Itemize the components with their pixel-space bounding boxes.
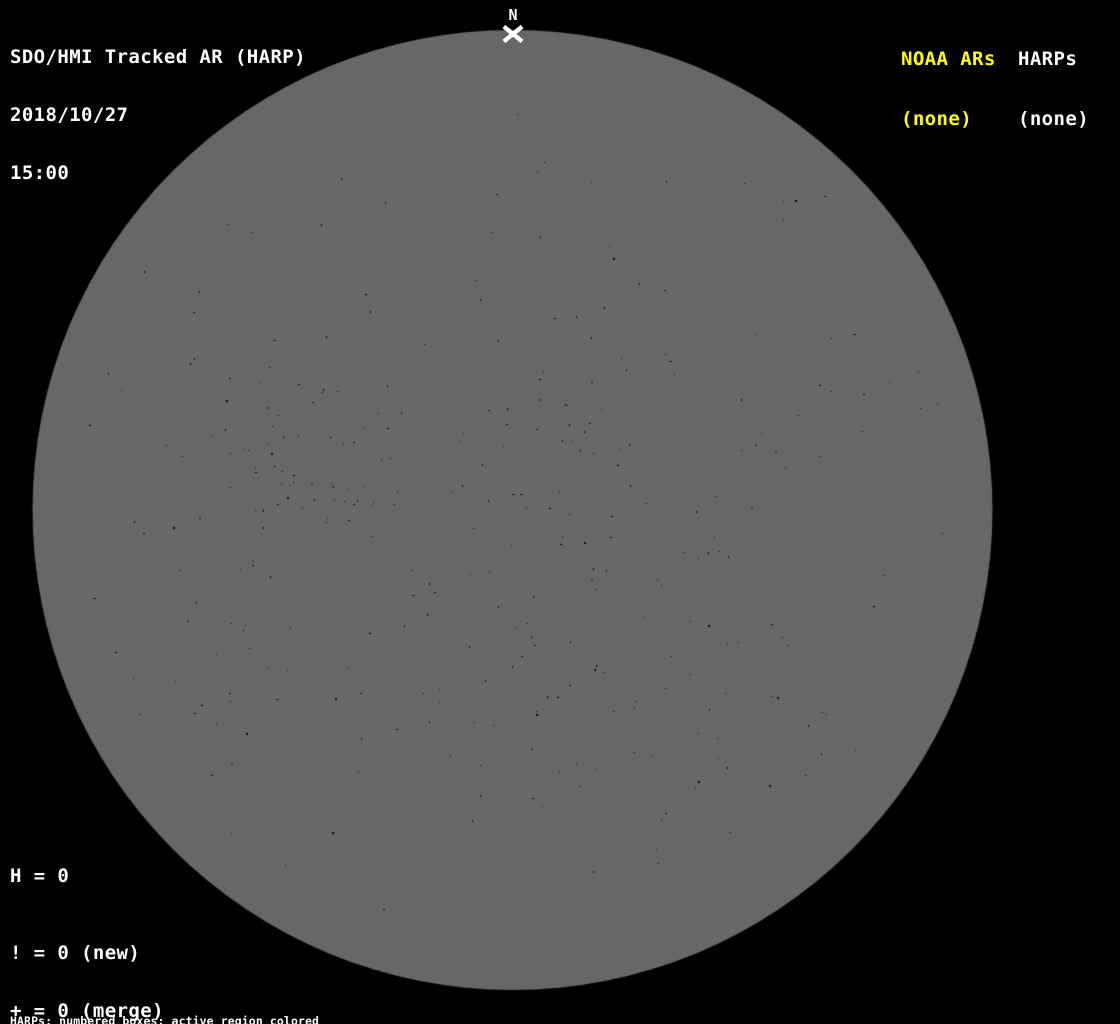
north-cross-icon <box>502 25 524 43</box>
footer-block: HARPs: numbered boxes; active region col… <box>10 990 417 1024</box>
noaa-ars-block: NOAA ARs (none) <box>901 9 996 169</box>
noaa-ars-label: NOAA ARs <box>901 48 996 70</box>
date-label: 2018/10/27 <box>10 104 129 127</box>
title-block: SDO/HMI Tracked AR (HARP) 2018/10/27 15:… <box>10 9 306 222</box>
harp-count-line: H = 0 <box>10 865 70 888</box>
footer-line-harps: HARPs: numbered boxes; active region col… <box>10 1013 320 1024</box>
north-label: N <box>508 6 518 24</box>
harps-block: HARPs (none) <box>1018 9 1089 169</box>
harps-label: HARPs <box>1018 48 1078 70</box>
time-label: 15:00 <box>10 162 70 185</box>
north-marker: N <box>502 6 525 43</box>
sdo-hmi-harp-image: N SDO/HMI Tracked AR (HARP) 2018/10/27 1… <box>0 0 1120 1024</box>
harps-value: (none) <box>1018 108 1090 130</box>
noaa-ars-value: (none) <box>901 108 973 130</box>
page-title: SDO/HMI Tracked AR (HARP) <box>10 45 306 68</box>
legend-line-new: ! = 0 (new) <box>10 942 141 965</box>
